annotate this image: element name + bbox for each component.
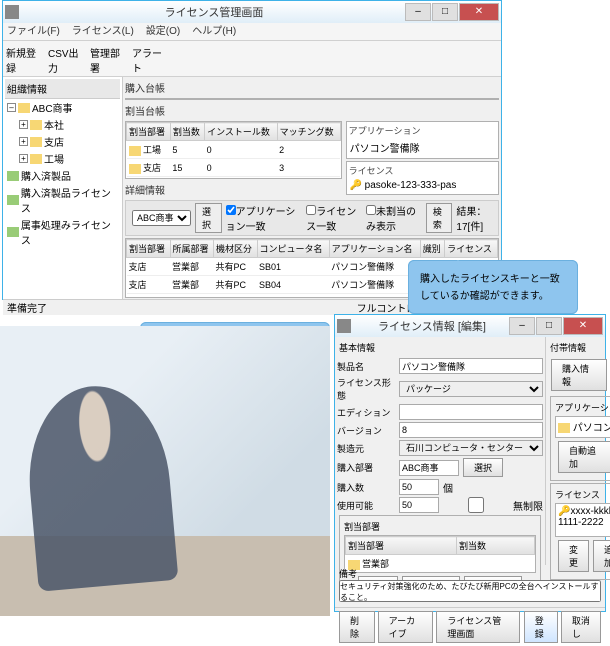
filter-bar: ABC商事 選択 アプリケーション一致 ライセンス一致 未割当のみ表示 検索 結… [125,200,499,236]
lic-change-button[interactable]: 変更 [558,540,589,572]
table-row[interactable]: 工場502 [127,141,341,159]
table-row[interactable]: 営業部 [346,555,535,573]
result-count: 結果：17[件] [456,203,496,233]
close-button[interactable]: ✕ [563,317,603,335]
search-button[interactable]: 検索 [426,203,453,233]
titlebar[interactable]: ライセンス情報 [編集] – □ ✕ [335,315,605,337]
tree-item[interactable]: 属事処理みライセンス [7,216,120,248]
expand-icon[interactable]: + [19,154,28,163]
new-button[interactable]: 新規登録 [5,43,45,75]
chk-unassigned[interactable]: 未割当のみ表示 [366,203,422,233]
assign-list[interactable]: 割当部署割当数 営業部 総務部 生産部 [344,535,536,573]
doc-icon [7,227,19,237]
maximize-button[interactable]: □ [432,3,458,21]
app-icon [337,319,351,333]
minimize-button[interactable]: – [405,3,431,21]
app-group: アプリケーション パソコン警備隊 自動追加変更 [550,396,610,481]
menu-file[interactable]: ファイル(F) [7,23,60,40]
extra-info-header: 付帯情報 [548,339,610,356]
tree-root[interactable]: –ABC商事 [7,99,120,116]
doc-icon [7,171,19,181]
dept-select-button[interactable]: 選択 [463,458,503,477]
tree-item[interactable]: 購入済製品ライセンス [7,184,120,216]
basic-info-header: 基本情報 [337,339,543,356]
buy-info-button[interactable]: 購入情報 [551,359,607,391]
menu-settings[interactable]: 設定(O) [146,23,180,40]
lictype-select[interactable]: パッケージ [399,381,543,397]
app-icon [558,423,570,433]
chk-lic[interactable]: ライセンス一致 [306,203,362,233]
section-purchase-label: 購入台帳 [125,79,499,96]
table-row[interactable]: 本社3503 [127,177,341,180]
tree-header: 組織情報 [5,79,120,99]
window-title: ライセンス管理画面 [23,4,405,20]
expand-icon[interactable]: + [19,120,28,129]
callout-license-check: 購入したライセンスキーと一致しているか確認ができます。 [408,260,578,314]
section-assign-label: 割当台帳 [125,102,499,119]
dept-field[interactable] [399,460,459,476]
app-list[interactable]: パソコン警備隊 [555,416,610,438]
app-panel: アプリケーション パソコン警備隊 [346,121,499,159]
dept-button[interactable]: 管理部署 [89,43,129,75]
unlimited-checkbox[interactable] [443,497,509,513]
assign-group: 割当部署 割当部署割当数 営業部 総務部 生産部 追加 社員参照 削除削除 [339,515,541,585]
doc-icon [7,195,19,205]
collapse-icon[interactable]: – [7,103,16,112]
key-icon: 🔑 [558,506,570,517]
minimize-button[interactable]: – [509,317,535,335]
org-tree[interactable]: 組織情報 –ABC商事 +本社 +支店 +工場 購入済製品 購入済製品ライセンス… [3,77,123,299]
tree-item[interactable]: +支店 [7,133,120,150]
background-photo [0,326,330,616]
close-button[interactable]: ✕ [459,3,499,21]
csv-button[interactable]: CSV出力 [47,43,87,75]
toolbar: 新規登録 CSV出力 管理部署 アラート [3,41,501,77]
select-button[interactable]: 選択 [195,203,222,233]
vendor-select[interactable]: 石川コンピュータ・センター [399,440,543,456]
edition-field[interactable] [399,404,543,420]
menu-license[interactable]: ライセンス(L) [72,23,134,40]
menubar: ファイル(F) ライセンス(L) 設定(O) ヘルプ(H) [3,23,501,41]
folder-icon [30,154,42,164]
status-left: 準備完了 [7,300,47,315]
maximize-button[interactable]: □ [536,317,562,335]
expand-icon[interactable]: + [19,137,28,146]
qty-field[interactable] [399,479,439,495]
section-detail-label: 詳細情報 [125,181,499,198]
titlebar[interactable]: ライセンス管理画面 – □ ✕ [3,1,501,23]
memo-field[interactable]: セキュリティ対策強化のため、たびたび新用PCの全台へインストールすること。 アン… [339,580,601,602]
license-edit-window: ライセンス情報 [編集] – □ ✕ 基本情報 製品名 ライセンス形態パッケージ… [334,314,606,612]
tree-item[interactable]: +本社 [7,116,120,133]
folder-icon [30,137,42,147]
auto-add-button[interactable]: 自動追加 [558,441,610,473]
license-group: ライセンス 🔑xxxx-kkkk-cccc-1111-2222 変更追加削除 [550,483,610,580]
app-value: パソコン警備隊 [349,139,496,156]
app-icon [5,5,19,19]
assign-grid[interactable]: 割当部署割当数インストール数マッチング数 工場502 支店1503 本社3503 [125,121,342,179]
dept-select[interactable]: ABC商事 [132,210,191,226]
product-field[interactable] [399,358,543,374]
tree-item[interactable]: 購入済製品 [7,167,120,184]
purchase-grid[interactable]: 識別購入部署製品名形態購入使用可能総割当インストールマッチングアプリー数 購入A… [125,98,499,100]
version-field[interactable] [399,422,543,438]
chk-app[interactable]: アプリケーション一致 [226,203,303,233]
menu-help[interactable]: ヘルプ(H) [192,23,236,40]
tree-item[interactable]: +工場 [7,150,120,167]
window-title: ライセンス情報 [編集] [355,318,509,334]
folder-icon [30,120,42,130]
alert-button[interactable]: アラート [131,43,171,75]
license-manager-window: ライセンス管理画面 – □ ✕ ファイル(F) ライセンス(L) 設定(O) ヘ… [2,0,502,300]
table-row[interactable]: 支店1503 [127,159,341,177]
license-list[interactable]: 🔑xxxx-kkkk-cccc-1111-2222 [555,503,610,537]
folder-icon [18,103,30,113]
use-field[interactable] [399,497,439,513]
lic-add-button[interactable]: 追加 [593,540,610,572]
